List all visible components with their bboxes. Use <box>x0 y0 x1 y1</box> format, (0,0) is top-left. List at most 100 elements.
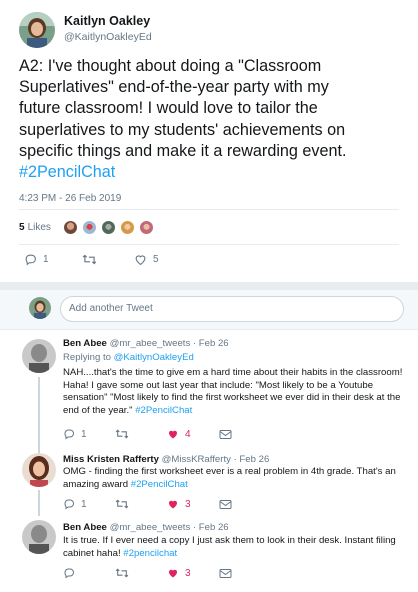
thread-line <box>38 490 40 516</box>
like-count: 3 <box>185 567 191 579</box>
envelope-icon <box>219 499 232 509</box>
tweet-text-line: superlatives to my students' achievement… <box>19 120 346 139</box>
reply-count: 1 <box>81 498 87 510</box>
like-button[interactable]: 4 <box>167 428 219 440</box>
reply-author-meta[interactable]: @mr_abee_tweets · Feb 26 <box>110 522 229 533</box>
like-button[interactable]: 3 <box>167 498 219 510</box>
liker-avatar[interactable] <box>119 219 135 235</box>
reply-text-line: OMG - finding the first worksheet ever i… <box>63 466 396 477</box>
author-name[interactable]: Kaitlyn Oakley <box>64 14 152 28</box>
dm-button[interactable] <box>219 499 232 510</box>
replying-to-label: Replying to <box>63 352 111 363</box>
reply-author-meta[interactable]: @MissKRafferty · Feb 26 <box>162 454 270 465</box>
tweet-text-line: specific things and make it a rewarding … <box>19 141 347 160</box>
tweet-text-line: A2: I've thought about doing a "Classroo… <box>19 57 322 75</box>
likes-label: Likes <box>27 221 51 233</box>
retweet-icon <box>115 499 129 509</box>
heart-icon <box>135 255 146 266</box>
reply-text-line: end of the year." <box>63 404 133 416</box>
tweet-text-line: future classroom! I would love to tailor… <box>19 99 318 118</box>
divider <box>19 209 399 210</box>
retweet-icon <box>115 568 129 578</box>
author-block: Kaitlyn Oakley @KaitlynOakleyEd <box>64 14 152 43</box>
retweet-button[interactable] <box>115 498 167 510</box>
heart-filled-icon <box>169 500 177 509</box>
reply-avatar[interactable] <box>22 453 56 487</box>
envelope-icon <box>219 429 232 439</box>
tweet-timestamp[interactable]: 4:23 PM - 26 Feb 2019 <box>19 193 121 204</box>
reply-actions: 1 4 <box>63 428 232 440</box>
heart-filled-icon <box>169 569 177 578</box>
heart-filled-icon <box>169 430 177 439</box>
likes-row[interactable]: 5 Likes <box>19 215 158 239</box>
user-avatar[interactable] <box>29 297 51 319</box>
reply-button[interactable]: 1 <box>63 498 115 510</box>
reply-author-name[interactable]: Miss Kristen Rafferty <box>63 454 159 465</box>
reply-text: OMG - finding the first worksheet ever i… <box>63 466 408 491</box>
reply-text-line: cabinet haha! <box>63 547 121 559</box>
reply-tweet[interactable]: Ben Abee @mr_abee_tweets · Feb 26 Replyi… <box>0 331 418 454</box>
reply-count: 1 <box>43 254 49 265</box>
reply-tweet[interactable]: Ben Abee @mr_abee_tweets · Feb 26 It is … <box>0 516 418 592</box>
reply-text-line: NAH....that's the time to give em a hard… <box>63 367 403 378</box>
reply-button[interactable]: 1 <box>24 253 82 266</box>
reply-text: NAH....that's the time to give em a hard… <box>63 367 408 417</box>
tweet-text: A2: I've thought about doing a "Classroo… <box>19 56 411 183</box>
reply-text-line: sensation" "Most likely to find the firs… <box>63 392 401 403</box>
envelope-icon <box>219 568 232 578</box>
mention-link[interactable]: @KaitlynOakleyEd <box>114 352 194 363</box>
thread-line <box>38 377 40 454</box>
reply-button[interactable] <box>63 567 115 579</box>
liker-avatar[interactable] <box>138 219 154 235</box>
reply-count: 1 <box>81 428 87 440</box>
reply-avatar[interactable] <box>22 520 56 554</box>
replying-to: Replying to @KaitlynOakleyEd <box>63 352 194 363</box>
tweet-text-line: Superlatives" end-of-the-year party with… <box>19 78 329 97</box>
reply-header: Ben Abee @mr_abee_tweets · Feb 26 <box>63 338 229 349</box>
like-count: 3 <box>185 498 191 510</box>
author-handle[interactable]: @KaitlynOakleyEd <box>64 31 152 43</box>
like-count: 5 <box>153 254 159 265</box>
like-count: 4 <box>185 428 191 440</box>
hashtag-link[interactable]: #2pencilchat <box>123 548 177 559</box>
main-tweet: Kaitlyn Oakley @KaitlynOakleyEd A2: I've… <box>0 0 418 282</box>
retweet-icon <box>115 429 129 439</box>
like-button[interactable]: 3 <box>167 567 219 579</box>
reply-header: Miss Kristen Rafferty @MissKRafferty · F… <box>63 454 269 465</box>
reply-text-line: amazing award <box>63 478 129 490</box>
reply-composer: Add another Tweet <box>0 290 418 330</box>
hashtag-link[interactable]: #2PencilChat <box>135 405 192 416</box>
reply-actions: 1 3 <box>63 498 232 510</box>
add-tweet-input[interactable]: Add another Tweet <box>60 296 404 322</box>
liker-avatar[interactable] <box>100 219 116 235</box>
retweet-button[interactable] <box>115 567 167 579</box>
retweet-icon <box>82 254 97 265</box>
like-button[interactable]: 5 <box>134 253 159 266</box>
reply-author-name[interactable]: Ben Abee <box>63 522 107 533</box>
author-avatar[interactable] <box>19 12 55 48</box>
reply-actions: 3 <box>63 567 232 579</box>
reply-text-line: It is true. If I ever need a copy I just… <box>63 535 396 546</box>
liker-avatar[interactable] <box>62 219 78 235</box>
reply-text: It is true. If I ever need a copy I just… <box>63 535 408 560</box>
reply-icon <box>64 568 75 579</box>
divider <box>19 244 399 245</box>
liker-avatar[interactable] <box>81 219 97 235</box>
reply-tweet[interactable]: Miss Kristen Rafferty @MissKRafferty · F… <box>0 453 418 516</box>
section-gap <box>0 282 418 290</box>
reply-button[interactable]: 1 <box>63 428 115 440</box>
reply-icon <box>64 429 75 440</box>
reply-author-name[interactable]: Ben Abee <box>63 338 107 349</box>
reply-author-meta[interactable]: @mr_abee_tweets · Feb 26 <box>110 338 229 349</box>
dm-button[interactable] <box>219 568 232 579</box>
dm-button[interactable] <box>219 429 232 440</box>
reply-text-line: Haha! I gave some out last year that inc… <box>63 379 374 391</box>
tweet-actions: 1 5 <box>24 253 159 266</box>
reply-avatar[interactable] <box>22 339 56 373</box>
reply-icon <box>25 254 36 266</box>
hashtag-link[interactable]: #2PencilChat <box>131 479 188 490</box>
retweet-button[interactable] <box>115 428 167 440</box>
likers-avatars <box>62 219 158 235</box>
retweet-button[interactable] <box>82 253 134 266</box>
hashtag-link[interactable]: #2PencilChat <box>19 163 115 181</box>
